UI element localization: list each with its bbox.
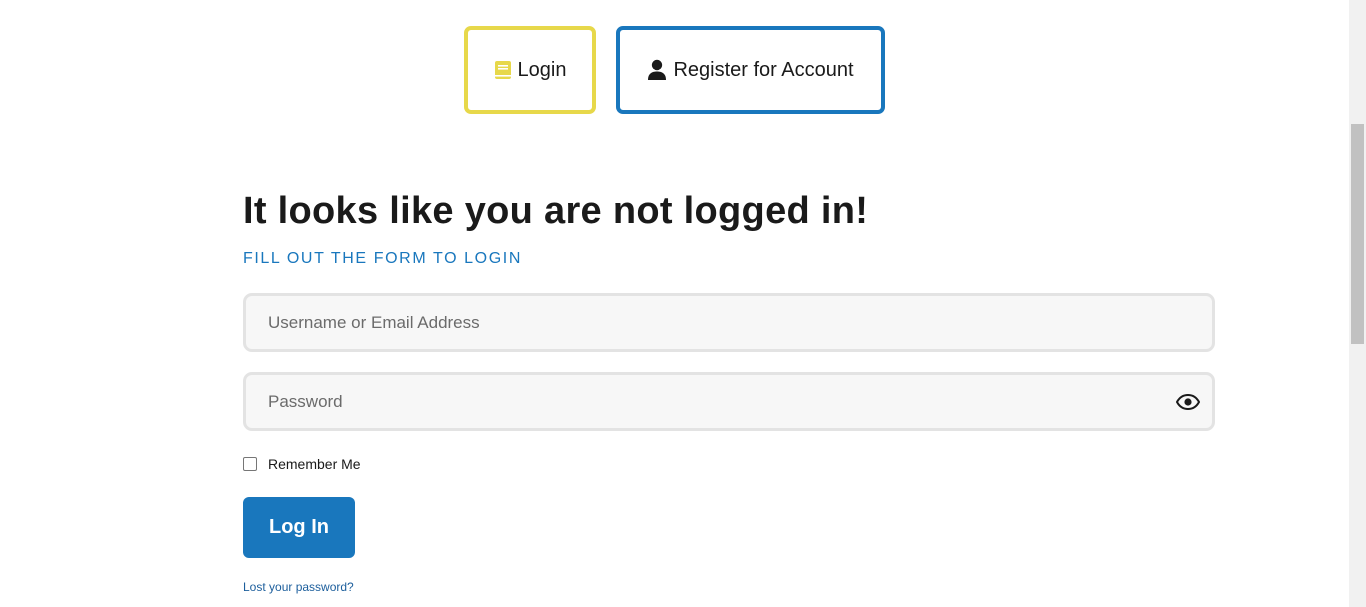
page: Login Register for Account It looks like…: [0, 0, 1349, 607]
username-field-wrapper: [243, 293, 1215, 352]
scrollbar-thumb[interactable]: [1351, 124, 1364, 344]
username-input[interactable]: [246, 296, 1212, 349]
eye-icon[interactable]: [1176, 392, 1200, 412]
remember-me-checkbox[interactable]: [243, 457, 257, 471]
login-tab-label: Login: [517, 58, 567, 81]
register-tab-label: Register for Account: [673, 58, 854, 81]
vertical-scrollbar[interactable]: [1349, 0, 1366, 607]
book-icon: [494, 60, 512, 80]
lost-password-link[interactable]: Lost your password?: [243, 580, 354, 594]
password-field-wrapper: [243, 372, 1215, 431]
remember-me-option[interactable]: Remember Me: [243, 456, 361, 472]
page-subtitle: FILL OUT THE FORM TO LOGIN: [243, 250, 522, 267]
page-title: It looks like you are not logged in!: [243, 190, 869, 232]
login-tab-button[interactable]: Login: [464, 26, 596, 114]
log-in-button[interactable]: Log In: [243, 497, 355, 558]
user-icon: [647, 59, 667, 81]
remember-me-label: Remember Me: [268, 456, 361, 472]
register-tab-button[interactable]: Register for Account: [616, 26, 885, 114]
password-input[interactable]: [246, 375, 1212, 428]
